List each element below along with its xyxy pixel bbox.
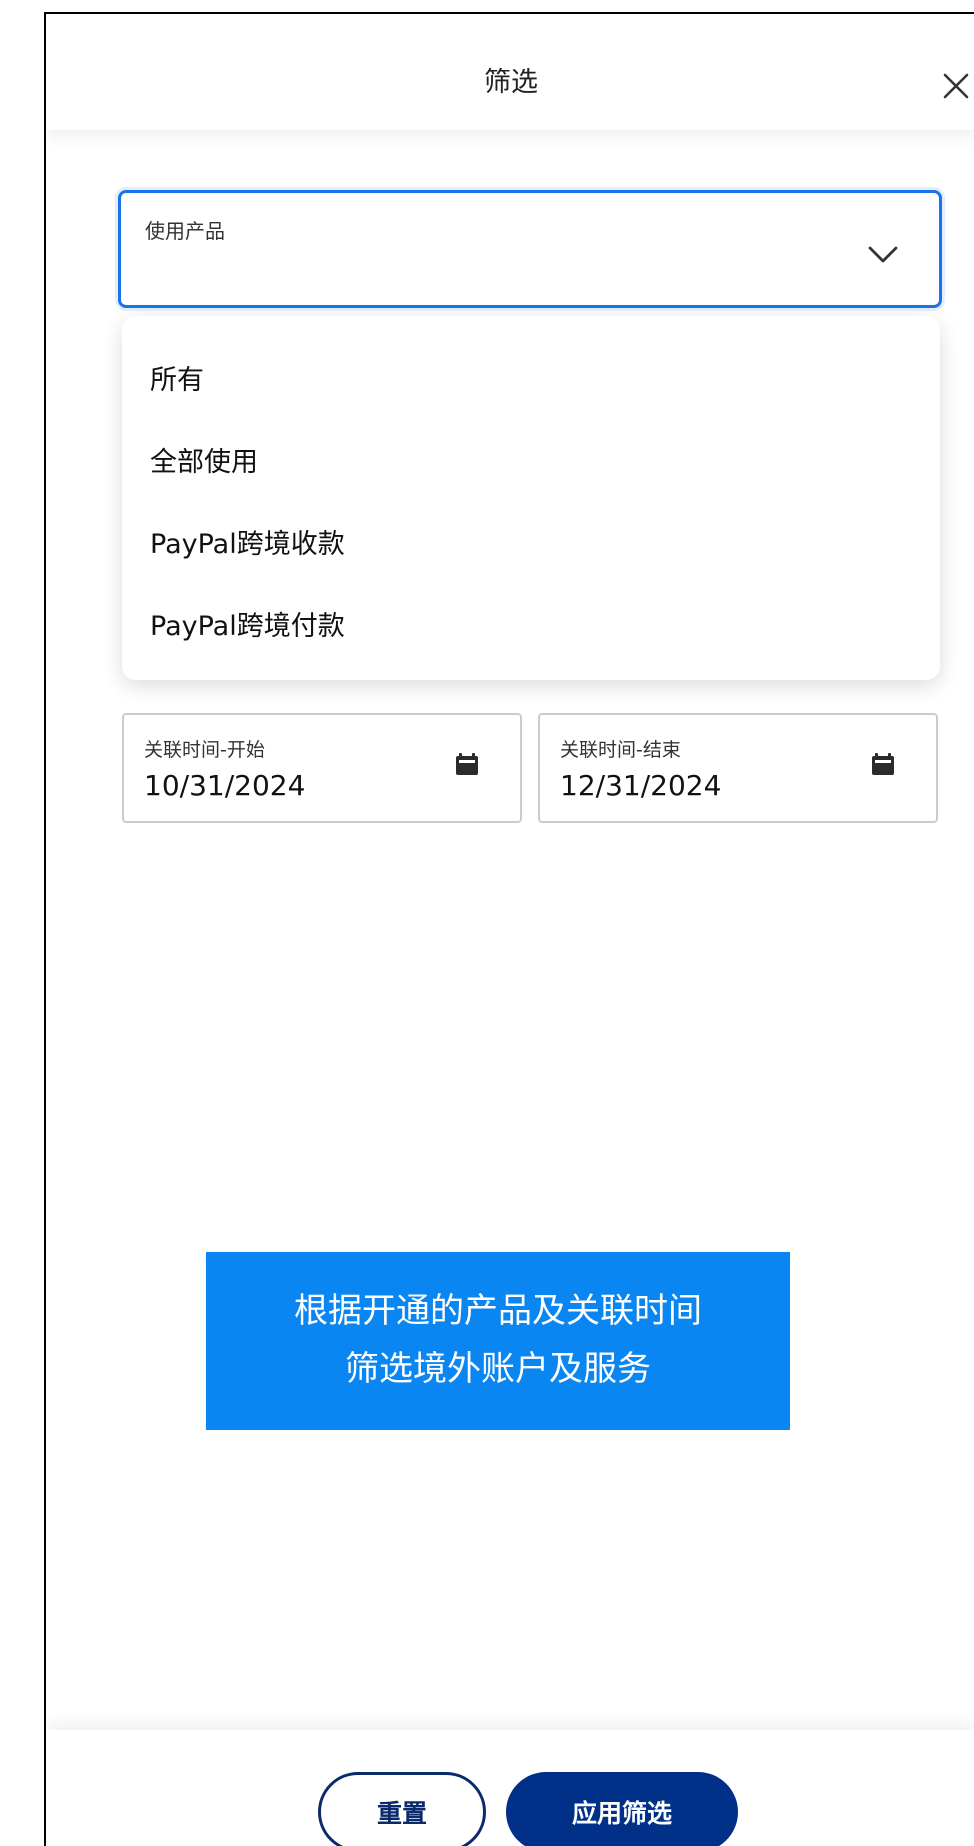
panel-footer: 重置 应用筛选 <box>46 1730 974 1846</box>
date-start-value: 10/31/2024 <box>144 769 306 802</box>
close-button[interactable] <box>936 66 974 106</box>
dropdown-option-all[interactable]: 所有 <box>150 358 204 402</box>
chevron-down-icon <box>868 246 898 263</box>
info-banner: 根据开通的产品及关联时间 筛选境外账户及服务 <box>206 1252 790 1430</box>
dropdown-option-paypal-receive[interactable]: PayPal跨境收款 <box>150 522 345 566</box>
calendar-icon[interactable] <box>870 751 896 777</box>
product-dropdown-menu: 所有 全部使用 PayPal跨境收款 PayPal跨境付款 <box>122 316 940 680</box>
product-select[interactable]: 使用产品 <box>118 190 942 308</box>
date-end-label: 关联时间-结束 <box>560 739 681 761</box>
dropdown-option-all-in-use[interactable]: 全部使用 <box>150 440 258 484</box>
banner-line-2: 筛选境外账户及服务 <box>345 1349 651 1389</box>
date-start-field[interactable]: 关联时间-开始 10/31/2024 <box>122 713 522 823</box>
date-start-label: 关联时间-开始 <box>144 739 265 761</box>
panel-header: 筛选 <box>46 14 974 130</box>
close-icon <box>943 73 969 99</box>
calendar-icon[interactable] <box>454 751 480 777</box>
apply-filter-button[interactable]: 应用筛选 <box>506 1772 738 1846</box>
filter-panel: 筛选 使用产品 所有 全部使用 PayPal跨境收款 PayPal跨境付款 关联… <box>44 12 974 1846</box>
date-end-value: 12/31/2024 <box>560 769 722 802</box>
page-title: 筛选 <box>484 67 538 98</box>
product-select-label: 使用产品 <box>145 219 225 243</box>
reset-button[interactable]: 重置 <box>318 1772 486 1846</box>
banner-line-1: 根据开通的产品及关联时间 <box>294 1291 702 1331</box>
dropdown-option-paypal-pay[interactable]: PayPal跨境付款 <box>150 604 345 648</box>
date-end-field[interactable]: 关联时间-结束 12/31/2024 <box>538 713 938 823</box>
